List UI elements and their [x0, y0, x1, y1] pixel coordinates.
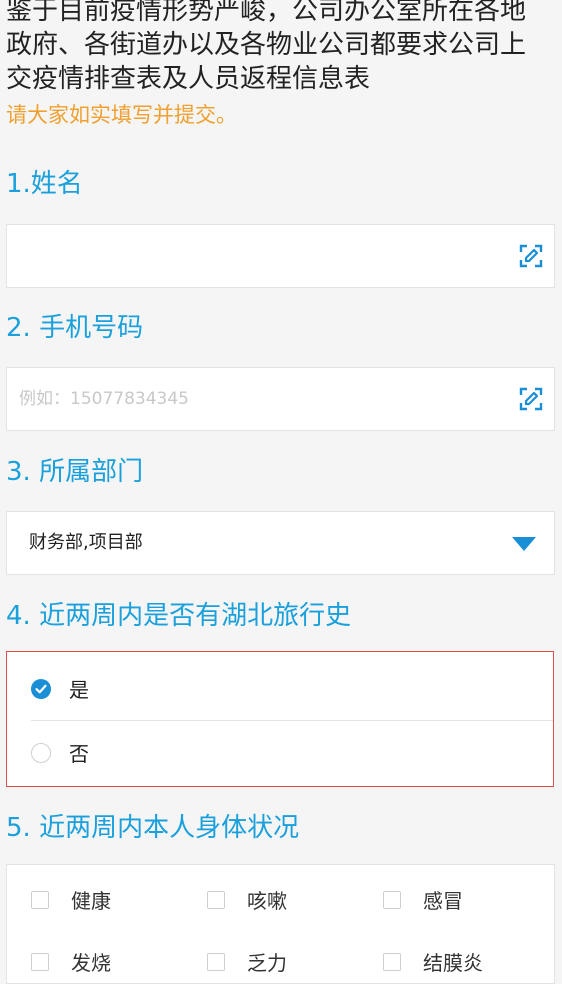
form-intro: 鉴于目前疫情形势严峻，公司办公室所在各地政府、各街道办以及各物业公司都要求公司上…	[6, 0, 551, 130]
intro-text: 鉴于目前疫情形势严峻，公司办公室所在各地政府、各街道办以及各物业公司都要求公司上…	[6, 0, 527, 94]
health-checkbox-group: 健康 咳嗽 感冒 发烧 乏力 结膜炎	[6, 864, 555, 984]
radio-unchecked-icon[interactable]	[31, 743, 51, 763]
checkbox-icon[interactable]	[383, 953, 401, 971]
checkbox-option-label: 感冒	[423, 889, 463, 913]
question-title-hubei-travel: 4. 近两周内是否有湖北旅行史	[6, 601, 352, 631]
name-input[interactable]	[7, 225, 511, 287]
question-title-department: 3. 所属部门	[6, 457, 144, 487]
checkbox-icon[interactable]	[207, 953, 225, 971]
checkbox-option-label: 咳嗽	[247, 889, 287, 913]
phone-field	[6, 367, 555, 431]
checkbox-icon[interactable]	[383, 891, 401, 909]
department-select[interactable]: 财务部,项目部	[6, 511, 555, 575]
department-selected-value: 财务部,项目部	[29, 532, 143, 553]
radio-option-label: 是	[69, 678, 89, 702]
intro-note: 请大家如实填写并提交。	[6, 103, 237, 127]
radio-option-label: 否	[69, 742, 89, 766]
name-field	[6, 224, 555, 288]
checkbox-icon[interactable]	[31, 891, 49, 909]
radio-option-yes[interactable]: 是	[7, 658, 553, 722]
checkbox-option-label: 乏力	[247, 951, 287, 975]
question-title-name: 1.姓名	[6, 169, 83, 199]
checkbox-icon[interactable]	[207, 891, 225, 909]
radio-option-no[interactable]: 否	[7, 722, 553, 786]
checkbox-option-label: 结膜炎	[423, 951, 483, 975]
checkbox-option-label: 健康	[71, 889, 111, 913]
question-title-phone: 2. 手机号码	[6, 313, 144, 343]
question-title-health: 5. 近两周内本人身体状况	[6, 813, 300, 843]
checkbox-option-label: 发烧	[71, 951, 111, 975]
checkbox-icon[interactable]	[31, 953, 49, 971]
divider	[31, 720, 553, 721]
edit-icon[interactable]	[518, 386, 544, 412]
radio-checked-icon[interactable]	[31, 679, 51, 699]
edit-icon[interactable]	[518, 243, 544, 269]
phone-input[interactable]	[7, 368, 511, 430]
dropdown-arrow-icon[interactable]	[512, 537, 536, 551]
hubei-travel-radio-group: 是 否	[6, 651, 554, 787]
